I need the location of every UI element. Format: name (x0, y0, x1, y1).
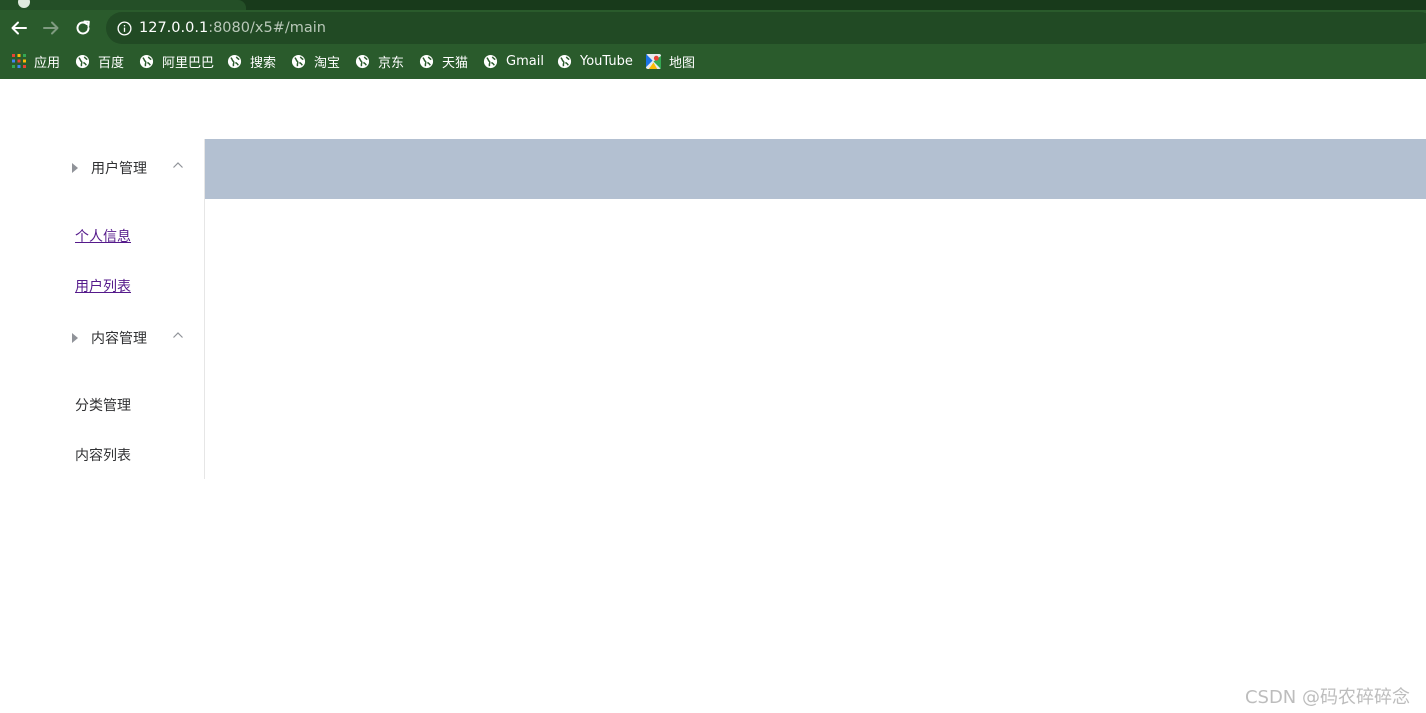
bookmark-label: 地图 (669, 55, 696, 71)
menu-item-user-list[interactable]: 用户列表 (75, 276, 131, 296)
back-button[interactable] (7, 16, 31, 40)
bookmark-label: 淘宝 (314, 55, 341, 71)
bookmark-label: YouTube (580, 53, 633, 69)
caret-right-icon (72, 333, 78, 343)
bookmark-label: 天猫 (442, 55, 469, 71)
site-info-icon[interactable] (116, 20, 132, 36)
bookmark-label: 阿里巴巴 (162, 55, 215, 71)
tab-strip (0, 0, 1426, 10)
bookmark-label: Gmail (506, 53, 544, 69)
globe-icon (483, 54, 498, 69)
url-host: 127.0.0.1 (139, 20, 209, 36)
globe-icon (557, 54, 572, 69)
bookmark-label: 应用 (34, 55, 61, 71)
bookmark-label: 京东 (378, 55, 405, 71)
caret-right-icon (72, 163, 78, 173)
submenu-user-management[interactable]: 用户管理 (0, 139, 204, 195)
bookmark-alibaba[interactable]: 阿里巴巴 (139, 52, 215, 71)
forward-button[interactable] (39, 16, 63, 40)
bookmark-tmall[interactable]: 天猫 (419, 52, 469, 71)
bookmark-jd[interactable]: 京东 (355, 52, 405, 71)
watermark: CSDN @码农碎碎念 (1244, 687, 1410, 708)
menu-item-category-management[interactable]: 分类管理 (75, 395, 131, 415)
globe-icon (227, 54, 242, 69)
globe-icon (291, 54, 306, 69)
chevron-up-icon (173, 162, 183, 168)
globe-icon (139, 54, 154, 69)
browser-toolbar: 127.0.0.1:8080/x5#/main (0, 10, 1426, 46)
bookmark-search[interactable]: 搜索 (227, 52, 277, 71)
globe-icon (419, 54, 434, 69)
forward-arrow-icon (43, 21, 59, 35)
browser-chrome: 127.0.0.1:8080/x5#/main 应用 百度 阿里巴巴 搜索 淘宝… (0, 0, 1426, 79)
menu-item-content-list[interactable]: 内容列表 (75, 445, 131, 465)
bookmark-taobao[interactable]: 淘宝 (291, 52, 341, 71)
bookmark-baidu[interactable]: 百度 (75, 52, 125, 71)
url-path: :8080/x5#/main (208, 20, 326, 36)
apps-grid-icon (11, 54, 26, 69)
bookmark-apps[interactable]: 应用 (11, 52, 61, 71)
menu-item-personal-info[interactable]: 个人信息 (75, 226, 131, 246)
bookmark-maps[interactable]: 地图 (646, 52, 696, 71)
bookmarks-bar: 应用 百度 阿里巴巴 搜索 淘宝 京东 天猫 Gmail YouTube 地图 (0, 46, 1426, 74)
reload-icon (76, 20, 90, 35)
globe-icon (355, 54, 370, 69)
bookmark-label: 百度 (98, 55, 125, 71)
active-tab[interactable] (0, 0, 246, 10)
bookmark-gmail[interactable]: Gmail (483, 52, 544, 70)
tab-favicon-icon (18, 0, 30, 8)
url-text[interactable]: 127.0.0.1:8080/x5#/main (139, 19, 326, 37)
page-header (205, 139, 1426, 199)
maps-icon (646, 53, 661, 69)
sidebar-menu: 用户管理 个人信息 用户列表 内容管理 分类管理 内容列表 (0, 139, 205, 479)
back-arrow-icon (11, 21, 27, 35)
reload-button[interactable] (71, 16, 95, 40)
submenu-title-label: 用户管理 (91, 161, 147, 177)
submenu-title-label: 内容管理 (91, 331, 147, 347)
globe-icon (75, 54, 90, 69)
chevron-up-icon (173, 332, 183, 338)
submenu-content-management[interactable]: 内容管理 (0, 309, 204, 365)
bookmark-label: 搜索 (250, 55, 277, 71)
bookmark-youtube[interactable]: YouTube (557, 52, 633, 70)
